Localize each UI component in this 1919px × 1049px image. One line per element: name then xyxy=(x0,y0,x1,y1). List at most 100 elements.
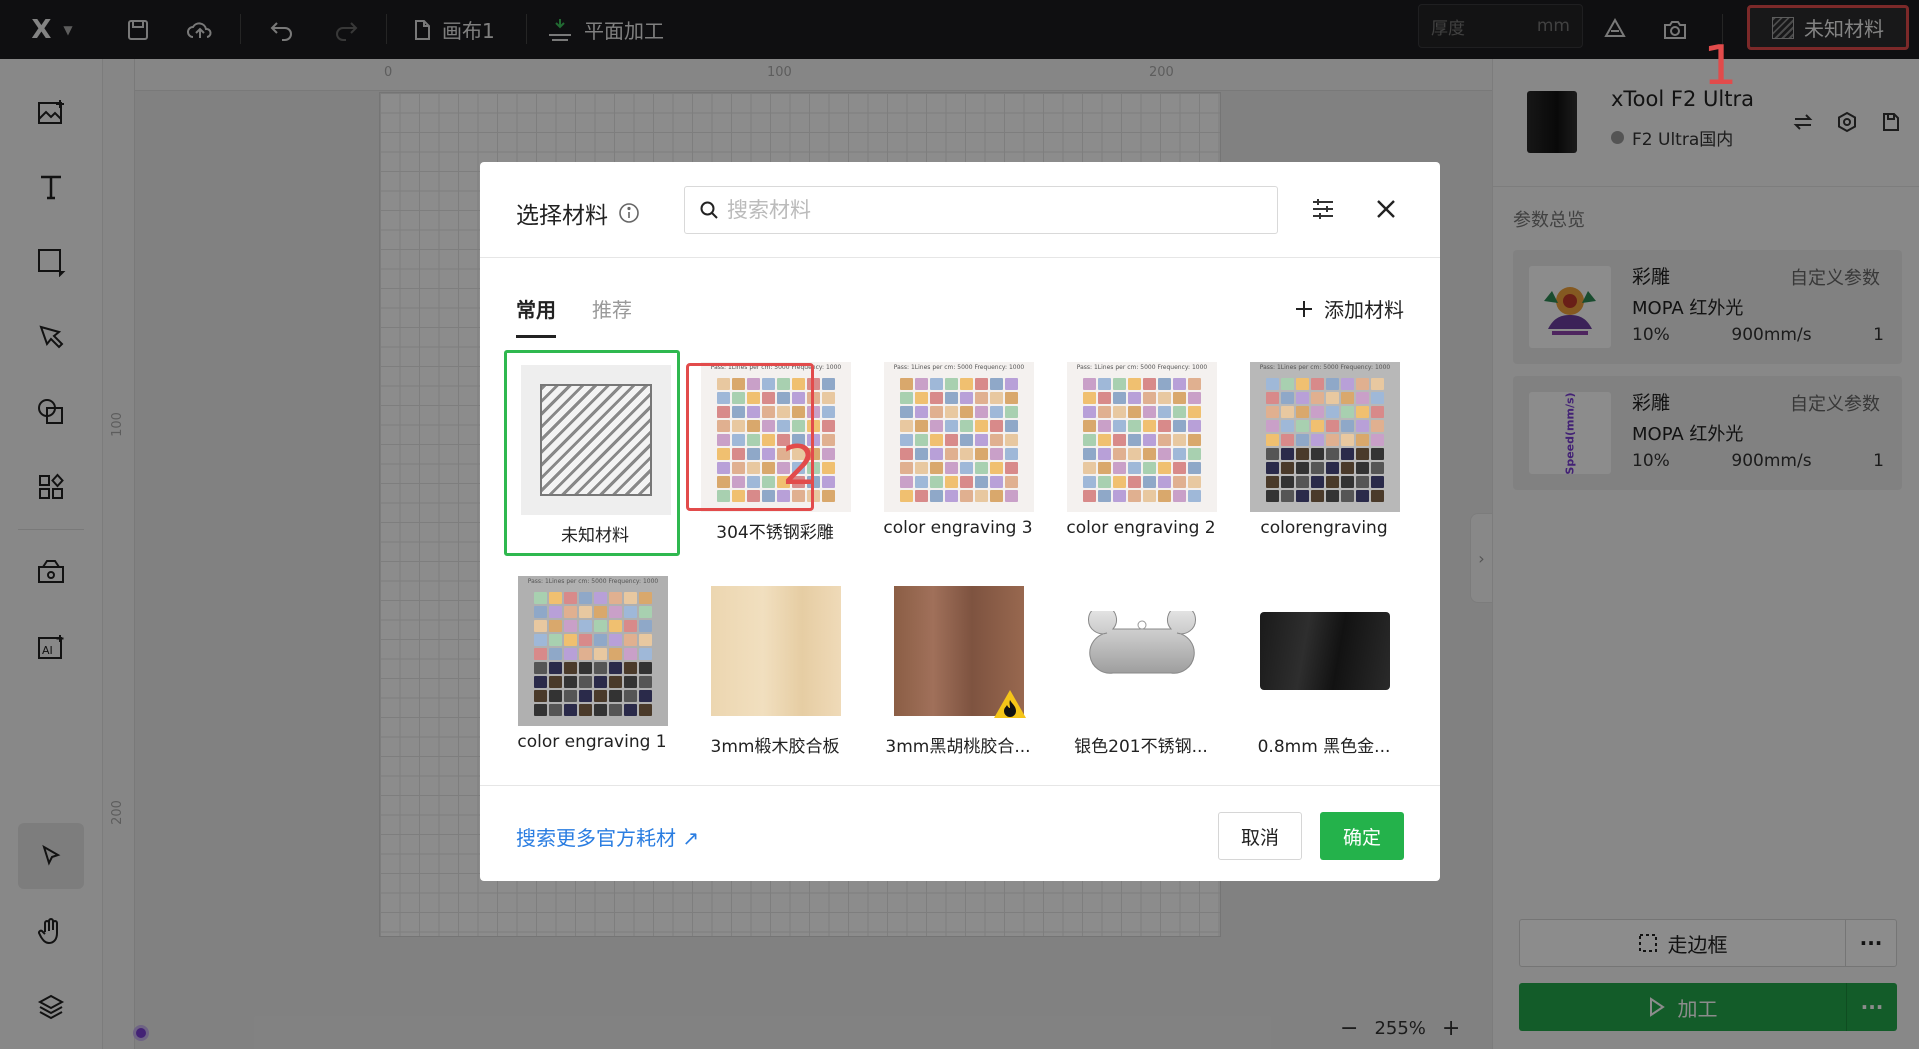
color-swatch xyxy=(990,406,1003,418)
color-swatch xyxy=(579,662,592,674)
color-swatch xyxy=(1173,406,1186,418)
color-swatch xyxy=(1266,434,1279,446)
color-swatch xyxy=(945,406,958,418)
more-materials-link[interactable]: 搜索更多官方耗材 ↗ xyxy=(516,822,699,851)
info-icon[interactable] xyxy=(618,202,640,224)
color-swatch xyxy=(1173,448,1186,460)
color-swatch xyxy=(1356,392,1369,404)
add-material-button[interactable]: 添加材料 xyxy=(1294,294,1404,323)
material-tile[interactable]: 0.8mm 黑色金... xyxy=(1236,564,1412,770)
material-label: 3mm椴木胶合板 xyxy=(710,737,840,757)
color-swatch xyxy=(1371,490,1384,502)
close-icon[interactable] xyxy=(1373,196,1399,226)
color-swatch xyxy=(1128,448,1141,460)
color-swatch xyxy=(1356,490,1369,502)
color-swatch xyxy=(900,462,913,474)
color-swatch xyxy=(609,648,622,660)
color-swatch xyxy=(1266,448,1279,460)
material-tile[interactable]: Pass: 1Lines per cm: 5000 Frequency: 100… xyxy=(1053,350,1229,556)
color-swatch xyxy=(822,490,835,502)
color-swatch xyxy=(639,704,652,716)
confirm-button[interactable]: 确定 xyxy=(1320,812,1404,860)
color-swatch xyxy=(549,676,562,688)
color-swatch xyxy=(1188,392,1201,404)
color-swatch xyxy=(1341,448,1354,460)
material-tile[interactable]: Pass: 1Lines per cm: 5000 Frequency: 100… xyxy=(1236,350,1412,556)
color-swatch xyxy=(1083,434,1096,446)
color-swatch xyxy=(549,634,562,646)
material-thumbnail xyxy=(701,576,851,726)
color-swatch xyxy=(534,592,547,604)
color-swatch xyxy=(900,378,913,390)
color-swatch xyxy=(1296,448,1309,460)
color-swatch xyxy=(564,606,577,618)
color-swatch xyxy=(1326,434,1339,446)
color-swatch xyxy=(1083,448,1096,460)
color-swatch xyxy=(1188,406,1201,418)
color-swatch xyxy=(1281,392,1294,404)
color-swatch xyxy=(609,690,622,702)
material-search[interactable] xyxy=(684,186,1278,234)
color-swatch xyxy=(1143,420,1156,432)
color-swatch xyxy=(915,420,928,432)
color-swatch xyxy=(1173,462,1186,474)
color-swatch xyxy=(1113,378,1126,390)
color-swatch xyxy=(1005,448,1018,460)
color-swatch xyxy=(900,392,913,404)
color-swatch xyxy=(1083,490,1096,502)
color-swatch xyxy=(1341,392,1354,404)
color-swatch xyxy=(609,704,622,716)
color-swatch xyxy=(579,620,592,632)
color-swatch xyxy=(900,406,913,418)
color-swatch xyxy=(930,406,943,418)
color-swatch xyxy=(1158,420,1171,432)
color-swatch xyxy=(639,592,652,604)
color-swatch xyxy=(594,620,607,632)
material-tile[interactable]: Pass: 1Lines per cm: 5000 Frequency: 100… xyxy=(870,350,1046,556)
color-swatch xyxy=(1266,490,1279,502)
color-swatch xyxy=(975,434,988,446)
material-tile[interactable]: 3mm椴木胶合板 xyxy=(687,564,863,770)
material-label: 3mm黑胡桃胶合... xyxy=(885,737,1031,757)
color-swatch xyxy=(945,476,958,488)
color-swatch xyxy=(594,606,607,618)
material-tile[interactable]: 3mm黑胡桃胶合... xyxy=(870,564,1046,770)
color-swatch xyxy=(1311,448,1324,460)
color-swatch xyxy=(609,620,622,632)
material-tile[interactable]: Pass: 1Lines per cm: 5000 Frequency: 100… xyxy=(504,564,680,770)
color-swatch xyxy=(1266,462,1279,474)
material-thumbnail: Pass: 1Lines per cm: 5000 Frequency: 100… xyxy=(518,576,668,726)
color-swatch xyxy=(549,662,562,674)
color-swatch xyxy=(1311,378,1324,390)
color-swatch xyxy=(1143,378,1156,390)
tab-common[interactable]: 常用 xyxy=(516,294,556,338)
cancel-button[interactable]: 取消 xyxy=(1218,812,1302,860)
search-input[interactable] xyxy=(727,198,1267,222)
material-tile[interactable]: 银色201不锈钢... xyxy=(1053,564,1229,770)
color-swatch xyxy=(915,448,928,460)
filter-icon[interactable] xyxy=(1310,196,1336,226)
material-label: color engraving 1 xyxy=(517,732,667,752)
color-swatch xyxy=(822,448,835,460)
add-material-label: 添加材料 xyxy=(1324,298,1404,322)
color-swatch xyxy=(822,378,835,390)
color-swatch xyxy=(1098,406,1111,418)
color-swatch xyxy=(930,462,943,474)
color-swatch xyxy=(1281,448,1294,460)
color-swatch xyxy=(1311,462,1324,474)
color-swatch xyxy=(1113,462,1126,474)
color-swatch xyxy=(1143,490,1156,502)
color-chart: Pass: 1Lines per cm: 5000 Frequency: 100… xyxy=(518,576,668,726)
dialog-footer: 搜索更多官方耗材 ↗ 取消 确定 xyxy=(480,785,1440,881)
color-swatch xyxy=(975,476,988,488)
color-swatch xyxy=(1341,462,1354,474)
material-tile[interactable]: 未知材料 xyxy=(504,350,680,556)
color-swatch xyxy=(639,620,652,632)
tab-recommended[interactable]: 推荐 xyxy=(592,294,632,338)
more-materials-label: 搜索更多官方耗材 xyxy=(516,826,676,850)
color-swatch xyxy=(1326,420,1339,432)
annotation-number: 1 xyxy=(1703,34,1738,97)
color-swatch xyxy=(1311,434,1324,446)
color-swatch xyxy=(822,420,835,432)
color-swatch xyxy=(900,434,913,446)
